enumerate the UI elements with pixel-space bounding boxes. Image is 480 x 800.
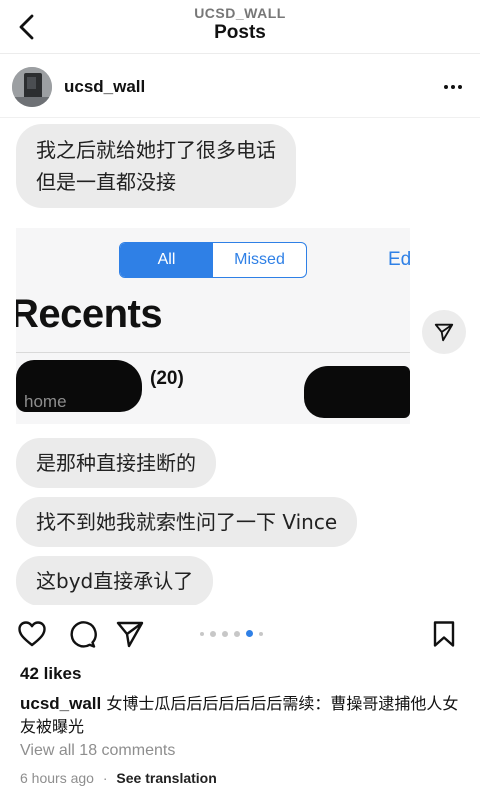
account-handle: UCSD_WALL — [194, 5, 286, 21]
carousel-dot — [222, 630, 228, 637]
more-options-button[interactable] — [440, 76, 466, 98]
phone-screenshot: All Missed Ed Recents (20) home — [16, 228, 410, 424]
bookmark-icon — [433, 621, 455, 647]
comment-button[interactable] — [66, 618, 98, 650]
page-title: Posts — [214, 22, 266, 43]
divider — [16, 352, 410, 353]
recents-heading: Recents — [16, 292, 163, 336]
caption-username[interactable]: ucsd_wall — [20, 694, 101, 713]
carousel-dot — [210, 630, 216, 637]
avatar-image — [12, 67, 52, 107]
like-button[interactable] — [16, 618, 48, 650]
share-button[interactable] — [114, 618, 146, 650]
heart-icon — [18, 621, 46, 647]
avatar[interactable] — [12, 67, 52, 107]
meta-separator: · — [102, 770, 108, 786]
chat-bubble-line: 但是一直都没接 — [36, 170, 176, 194]
post-meta: 6 hours ago · See translation — [20, 770, 217, 786]
chat-bubble: 是那种直接挂断的 — [16, 438, 216, 488]
carousel-dot — [259, 631, 263, 636]
post-header: ucsd_wall — [0, 58, 480, 118]
timestamp: 6 hours ago — [20, 770, 94, 786]
chat-bubble: 找不到她我就索性问了一下 Vince — [16, 497, 358, 547]
tab-all: All — [120, 243, 213, 277]
likes-count[interactable]: 42 likes — [20, 664, 81, 684]
carousel-dot-active — [246, 630, 253, 637]
save-button[interactable] — [428, 618, 460, 650]
post-username[interactable]: ucsd_wall — [64, 77, 145, 97]
carousel-dot — [200, 631, 204, 636]
see-translation-link[interactable]: See translation — [116, 770, 216, 786]
paper-plane-icon — [434, 323, 454, 342]
action-bar — [0, 612, 480, 656]
view-comments-link[interactable]: View all 18 comments — [20, 742, 175, 760]
call-label: home — [24, 392, 67, 411]
carousel-dot — [234, 630, 240, 637]
chat-bubble: 我之后就给她打了很多电话 但是一直都没接 — [16, 124, 296, 208]
post-caption: ucsd_wall 女博士瓜后后后后后后后需续：曹操哥逮捕他人女友被曝光 — [20, 692, 466, 738]
call-count: (20) — [150, 368, 184, 389]
top-bar: UCSD_WALL Posts — [0, 0, 480, 54]
carousel-indicator — [200, 630, 263, 637]
redaction-mark — [304, 366, 410, 418]
comment-icon — [70, 621, 97, 648]
more-horizontal-icon — [444, 85, 448, 89]
recents-segmented-control: All Missed — [119, 242, 307, 278]
tab-missed: Missed — [234, 251, 285, 268]
chat-bubble-line: 我之后就给她打了很多电话 — [36, 138, 276, 162]
chat-bubble: 这byd直接承认了 — [16, 556, 214, 605]
share-overlay-button[interactable] — [422, 310, 466, 354]
paper-plane-icon — [116, 621, 144, 648]
edit-label: Ed — [388, 249, 410, 270]
post-media[interactable]: 我之后就给她打了很多电话 但是一直都没接 All Missed Ed Recen… — [0, 120, 480, 605]
